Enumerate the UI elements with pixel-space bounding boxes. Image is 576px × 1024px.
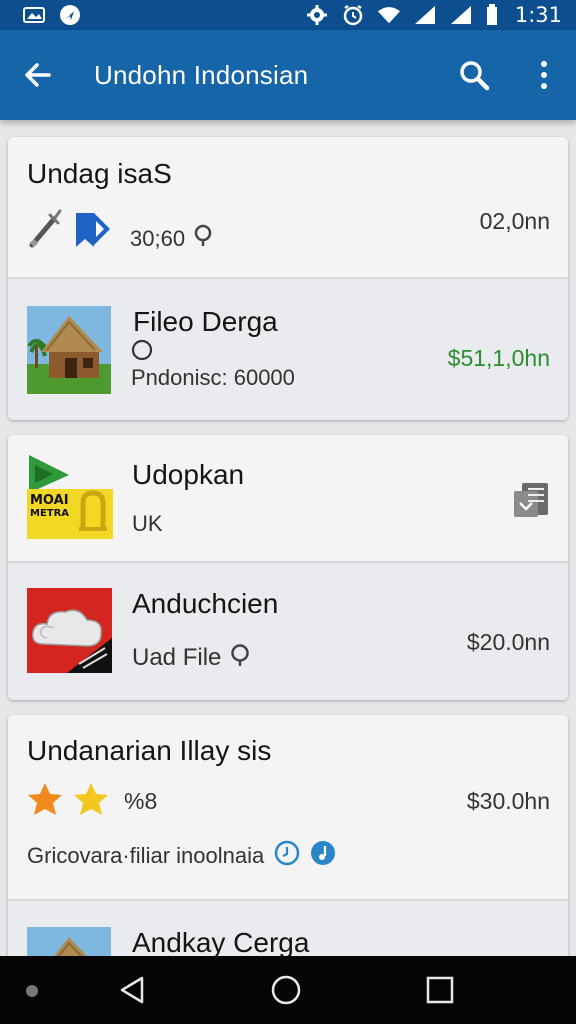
listing-card[interactable]: Undanarian Illay sis %8 $30.0hn Gricovar… — [8, 715, 568, 956]
search-icon — [460, 61, 490, 91]
item-price: $51,1,0hn — [447, 345, 550, 371]
item-title: Andkay Cerga — [132, 927, 310, 956]
navigation-bar — [0, 956, 576, 1024]
listing-card[interactable]: Undag isaS 30;60 02,0nn Fileo Derga Pndo… — [8, 137, 568, 420]
home-icon — [271, 975, 301, 1005]
item-title: Udopkan — [132, 459, 245, 490]
search-button[interactable] — [452, 53, 496, 97]
nav-back-button[interactable] — [112, 970, 152, 1010]
list-item[interactable]: Fileo Derga Pndonisc: 60000 $51,1,0hn — [8, 279, 568, 420]
radio-icon[interactable] — [130, 338, 154, 367]
item-subtitle: Pndonisc: 60000 — [131, 365, 295, 390]
note-icon[interactable] — [512, 481, 550, 524]
list-item[interactable]: Andkay Cerga — [8, 901, 568, 956]
signal-icon — [449, 5, 473, 25]
item-price: $30.0hn — [466, 788, 550, 814]
indicator-dot — [26, 985, 38, 997]
item-title: Undag isaS — [27, 158, 172, 189]
logo-text-top: MOAI — [30, 493, 69, 508]
settings-icon — [305, 5, 329, 25]
recents-icon — [426, 976, 454, 1004]
clock-time: 1:31 — [514, 3, 562, 27]
wrench-icon — [26, 207, 66, 256]
item-meta: 30;60 — [130, 225, 186, 251]
item-title: Undanarian Illay sis — [27, 735, 272, 766]
star-icon — [26, 781, 64, 822]
clock-icon[interactable] — [274, 840, 300, 871]
list-item[interactable]: Undag isaS 30;60 02,0nn — [8, 137, 568, 279]
list-item[interactable]: Anduchcien Uad File $20.0nn — [8, 563, 568, 700]
battery-icon — [485, 4, 499, 25]
list-item[interactable]: MOAI METRA Udopkan UK — [8, 435, 568, 563]
star-icon — [72, 781, 110, 822]
item-price: 02,0nn — [479, 208, 550, 234]
more-vert-icon — [541, 61, 547, 89]
back-arrow-icon — [25, 63, 51, 87]
logo-text-bottom: METRA — [30, 508, 70, 519]
location-icon — [193, 224, 213, 253]
signal-icon — [413, 5, 437, 25]
app-bar: Undohn Indonsian — [0, 30, 576, 120]
nav-home-button[interactable] — [266, 970, 306, 1010]
nav-recents-button[interactable] — [420, 970, 460, 1010]
listing-card[interactable]: MOAI METRA Udopkan UK Anduchcien Uad Fil… — [8, 435, 568, 700]
back-button[interactable] — [18, 55, 58, 95]
item-title: Anduchcien — [132, 588, 279, 619]
item-price: $20.0nn — [466, 629, 550, 655]
hut-image — [27, 927, 111, 956]
bookmark-icon — [74, 209, 112, 256]
navigation-icon — [58, 5, 82, 25]
cloud-image — [27, 588, 112, 673]
music-icon[interactable] — [310, 840, 336, 871]
rating-text: %8 — [124, 788, 158, 814]
more-options-button[interactable] — [522, 53, 566, 97]
metra-logo: MOAI METRA — [27, 453, 113, 539]
item-subtitle: Uad File — [132, 643, 222, 671]
page-title: Undohn Indonsian — [94, 59, 309, 90]
location-icon — [229, 643, 251, 672]
image-icon — [22, 5, 46, 25]
item-subtitle: UK — [132, 511, 163, 536]
hut-image — [27, 306, 111, 394]
alarm-icon — [341, 4, 365, 26]
content-list[interactable]: Undag isaS 30;60 02,0nn Fileo Derga Pndo… — [0, 120, 576, 956]
back-icon — [120, 976, 144, 1004]
item-description: Gricovara·filiar inoolnaia — [27, 842, 265, 868]
item-title: Fileo Derga — [133, 306, 278, 337]
status-bar: 1:31 — [0, 0, 576, 30]
list-item[interactable]: Undanarian Illay sis %8 $30.0hn Gricovar… — [8, 715, 568, 901]
wifi-icon — [377, 5, 401, 25]
